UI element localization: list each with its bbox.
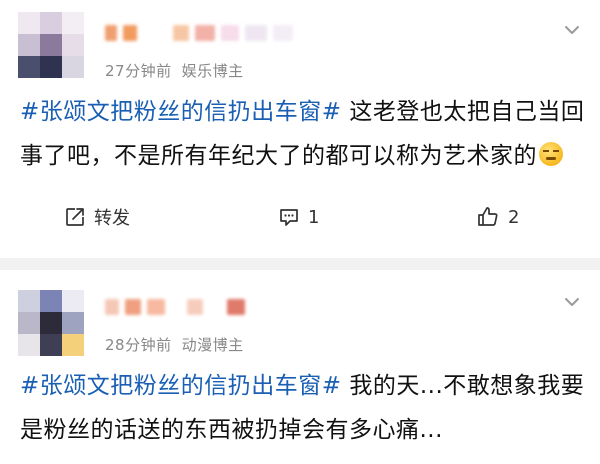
avatar[interactable] [12,284,90,362]
weibo-feed: 27分钟前 娱乐博主 #张颂文把粉丝的信扔出车窗# 这老登也太把自己当回事了吧，不… [0,0,600,464]
username-blurred[interactable] [105,22,293,44]
like-icon [478,207,498,226]
like-button[interactable]: 2 [476,197,519,237]
repost-button[interactable]: 转发 [64,197,130,237]
comment-count: 1 [308,206,320,228]
hashtag-link[interactable]: #张颂文把粉丝的信扔出车窗# [20,99,342,125]
username-blurred[interactable] [105,296,245,318]
avatar[interactable] [12,6,90,84]
post-meta: 28分钟前 动漫博主 [105,334,244,355]
action-bar: 转发 1 2 [0,197,600,237]
post-text: #张颂文把粉丝的信扔出车窗# 这老登也太把自己当回事了吧，不是所有年纪大了的都可… [20,90,586,178]
separator [0,258,600,270]
squint-emoji-icon [539,142,563,166]
post-meta: 27分钟前 娱乐博主 [105,60,244,81]
post-source: 娱乐博主 [181,62,244,80]
chevron-down-icon[interactable] [562,20,582,40]
repost-icon [66,208,84,226]
post-time: 28分钟前 [105,336,172,354]
comment-icon [280,209,298,226]
post-text: #张颂文把粉丝的信扔出车窗# 我的天...不敢想象我要是粉丝的话送的东西被扔掉会… [20,364,586,452]
chevron-down-icon[interactable] [562,292,582,312]
hashtag-link[interactable]: #张颂文把粉丝的信扔出车窗# [20,373,342,399]
post-source: 动漫博主 [181,336,244,354]
repost-label: 转发 [94,208,130,229]
comment-button[interactable]: 1 [278,197,319,237]
post-card: 28分钟前 动漫博主 #张颂文把粉丝的信扔出车窗# 我的天...不敢想象我要是粉丝… [0,270,600,464]
post-time: 27分钟前 [105,62,172,80]
like-count: 2 [508,206,520,228]
post-card: 27分钟前 娱乐博主 #张颂文把粉丝的信扔出车窗# 这老登也太把自己当回事了吧，不… [0,0,600,258]
